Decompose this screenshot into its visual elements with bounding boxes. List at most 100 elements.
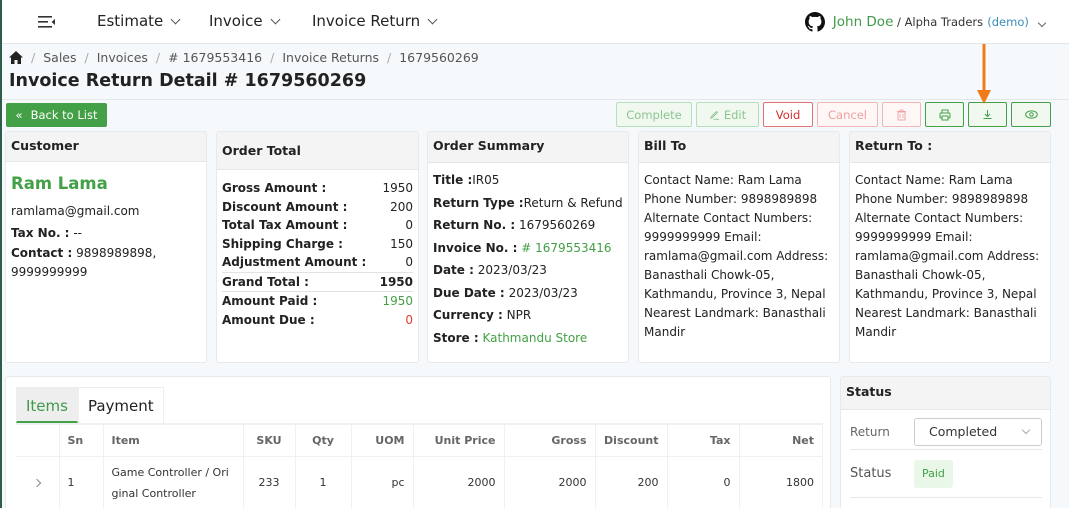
title-label: Title : bbox=[433, 173, 473, 187]
invoice-no-link[interactable]: # 1679553416 bbox=[521, 241, 611, 255]
return-status-select[interactable]: Completed bbox=[914, 417, 1042, 446]
customer-card: Customer Ram Lama ramlama@gmail.com Tax … bbox=[5, 131, 207, 363]
breadcrumb-separator: / bbox=[155, 50, 161, 65]
customer-tax-no: Tax No. : -- bbox=[11, 222, 201, 244]
customer-name[interactable]: Ram Lama bbox=[11, 172, 201, 196]
tab-items[interactable]: Items bbox=[16, 387, 78, 423]
cell-sku: 233 bbox=[243, 456, 296, 508]
discount-amount-value: 200 bbox=[390, 199, 413, 214]
header-divider bbox=[2, 99, 1069, 100]
menu-toggle-icon[interactable] bbox=[38, 14, 56, 30]
summary-title: Title :IR05 bbox=[433, 169, 623, 192]
return-status-value: Completed bbox=[929, 424, 998, 439]
col-unit-price: Unit Price bbox=[413, 423, 505, 457]
order-summary-title: Order Summary bbox=[428, 132, 628, 163]
void-button[interactable]: Void bbox=[763, 102, 813, 127]
shipping-charge-label: Shipping Charge : bbox=[222, 236, 343, 251]
breadcrumb-separator: / bbox=[84, 50, 89, 65]
cancel-label: Cancel bbox=[828, 107, 867, 122]
col-item: Item bbox=[103, 423, 244, 457]
github-icon[interactable] bbox=[804, 12, 825, 32]
edit-label: Edit bbox=[723, 107, 747, 122]
trash-icon bbox=[897, 109, 906, 120]
demo-badge: (demo) bbox=[987, 15, 1029, 29]
nav-invoice-label: Invoice bbox=[209, 12, 263, 30]
adjustment-amount-value: 0 bbox=[405, 255, 413, 269]
discount-amount-label: Discount Amount : bbox=[222, 199, 348, 214]
cell-uom: pc bbox=[351, 456, 414, 508]
double-chevron-left-icon: « bbox=[15, 108, 23, 122]
store-link[interactable]: Kathmandu Store bbox=[482, 331, 587, 345]
tax-amount-label: Total Tax Amount : bbox=[222, 218, 348, 232]
items-tabs: Items Payment bbox=[16, 387, 164, 423]
return-no-value: 1679560269 bbox=[518, 218, 596, 232]
breadcrumb-invoice-number[interactable]: # 1679553416 bbox=[168, 50, 262, 65]
tax-no-label: Tax No. : bbox=[11, 226, 70, 240]
grand-total-value: 1950 bbox=[379, 274, 413, 289]
table-row: 1 Game Controller / Original Controller … bbox=[16, 456, 823, 508]
cancel-button[interactable]: Cancel bbox=[817, 102, 878, 127]
total-row-adjustment: Adjustment Amount : 0 bbox=[222, 253, 413, 272]
cell-tax: 0 bbox=[667, 456, 740, 508]
breadcrumb-invoice-returns[interactable]: Invoice Returns bbox=[282, 50, 379, 65]
nav-estimate[interactable]: Estimate bbox=[97, 12, 181, 30]
grand-total-label: Grand Total : bbox=[222, 274, 309, 289]
total-row-tax: Total Tax Amount : 0 bbox=[222, 216, 413, 235]
expand-row-chevron-icon[interactable] bbox=[33, 478, 42, 488]
cell-gross: 2000 bbox=[504, 456, 596, 508]
items-card: Items Payment Sn Item SKU Qty UOM Unit P… bbox=[5, 376, 831, 508]
cell-qty: 1 bbox=[295, 456, 352, 508]
chevron-down-icon bbox=[1021, 425, 1031, 434]
cell-net: 1800 bbox=[739, 456, 823, 508]
chevron-down-icon bbox=[427, 14, 438, 24]
status-card-title: Status bbox=[841, 377, 1050, 410]
chevron-down-icon bbox=[1037, 18, 1047, 28]
return-to-card: Return To : Contact Name: Ram Lama Phone… bbox=[849, 131, 1051, 363]
total-row-discount: Discount Amount : 200 bbox=[222, 198, 413, 217]
return-to-title: Return To : bbox=[850, 132, 1050, 163]
col-net: Net bbox=[739, 423, 823, 457]
back-to-list-label: Back to List bbox=[30, 108, 98, 122]
table-header-row: Sn Item SKU Qty UOM Unit Price Gross Dis… bbox=[16, 423, 823, 457]
amount-due-value: 0 bbox=[405, 312, 413, 327]
void-label: Void bbox=[775, 107, 801, 122]
currency-value: NPR bbox=[506, 308, 532, 322]
status-card: Status Return Completed Status Paid bbox=[840, 376, 1051, 508]
payment-status-label: Status bbox=[850, 466, 892, 481]
amount-due-label: Amount Due : bbox=[222, 312, 315, 327]
summary-invoice-no: Invoice No. : # 1679553416 bbox=[433, 237, 623, 260]
date-value: 2023/03/23 bbox=[477, 263, 547, 277]
breadcrumb-invoices[interactable]: Invoices bbox=[97, 50, 148, 65]
col-sku: SKU bbox=[243, 423, 296, 457]
top-navbar: Estimate Invoice Invoice Return John Doe… bbox=[2, 0, 1069, 44]
print-button[interactable] bbox=[925, 102, 964, 127]
complete-button[interactable]: Complete bbox=[616, 102, 692, 127]
organization-name: Alpha Traders bbox=[904, 15, 984, 29]
invoice-no-label: Invoice No. : bbox=[433, 240, 518, 255]
user-menu[interactable]: John Doe / Alpha Traders (demo) bbox=[804, 12, 1047, 32]
due-date-value: 2023/03/23 bbox=[508, 285, 578, 300]
edit-button[interactable]: Edit bbox=[696, 102, 759, 127]
cell-item: Game Controller / Original Controller bbox=[103, 456, 244, 508]
customer-card-title: Customer bbox=[6, 132, 206, 162]
total-row-due: Amount Due : 0 bbox=[222, 311, 413, 330]
chevron-down-icon bbox=[170, 14, 181, 24]
back-to-list-button[interactable]: « Back to List bbox=[6, 103, 107, 127]
total-row-grand: Grand Total : 1950 bbox=[222, 271, 413, 292]
paid-status-badge: Paid bbox=[914, 459, 953, 488]
preview-button[interactable] bbox=[1011, 102, 1051, 127]
summary-store: Store : Kathmandu Store bbox=[433, 327, 623, 350]
delete-button[interactable] bbox=[882, 102, 921, 127]
cell-sn: 1 bbox=[59, 456, 104, 508]
return-no-label: Return No. : bbox=[433, 218, 516, 232]
col-sn: Sn bbox=[59, 423, 104, 457]
nav-invoice-return[interactable]: Invoice Return bbox=[312, 12, 438, 30]
breadcrumb-sales[interactable]: Sales bbox=[43, 50, 76, 65]
annotation-arrow-icon bbox=[977, 44, 991, 104]
order-total-title: Order Total bbox=[217, 132, 418, 170]
nav-estimate-label: Estimate bbox=[97, 12, 164, 30]
home-icon[interactable] bbox=[9, 51, 23, 64]
summary-due-date: Due Date : 2023/03/23 bbox=[433, 282, 623, 305]
nav-invoice[interactable]: Invoice bbox=[209, 12, 281, 30]
tab-payment[interactable]: Payment bbox=[77, 387, 164, 423]
